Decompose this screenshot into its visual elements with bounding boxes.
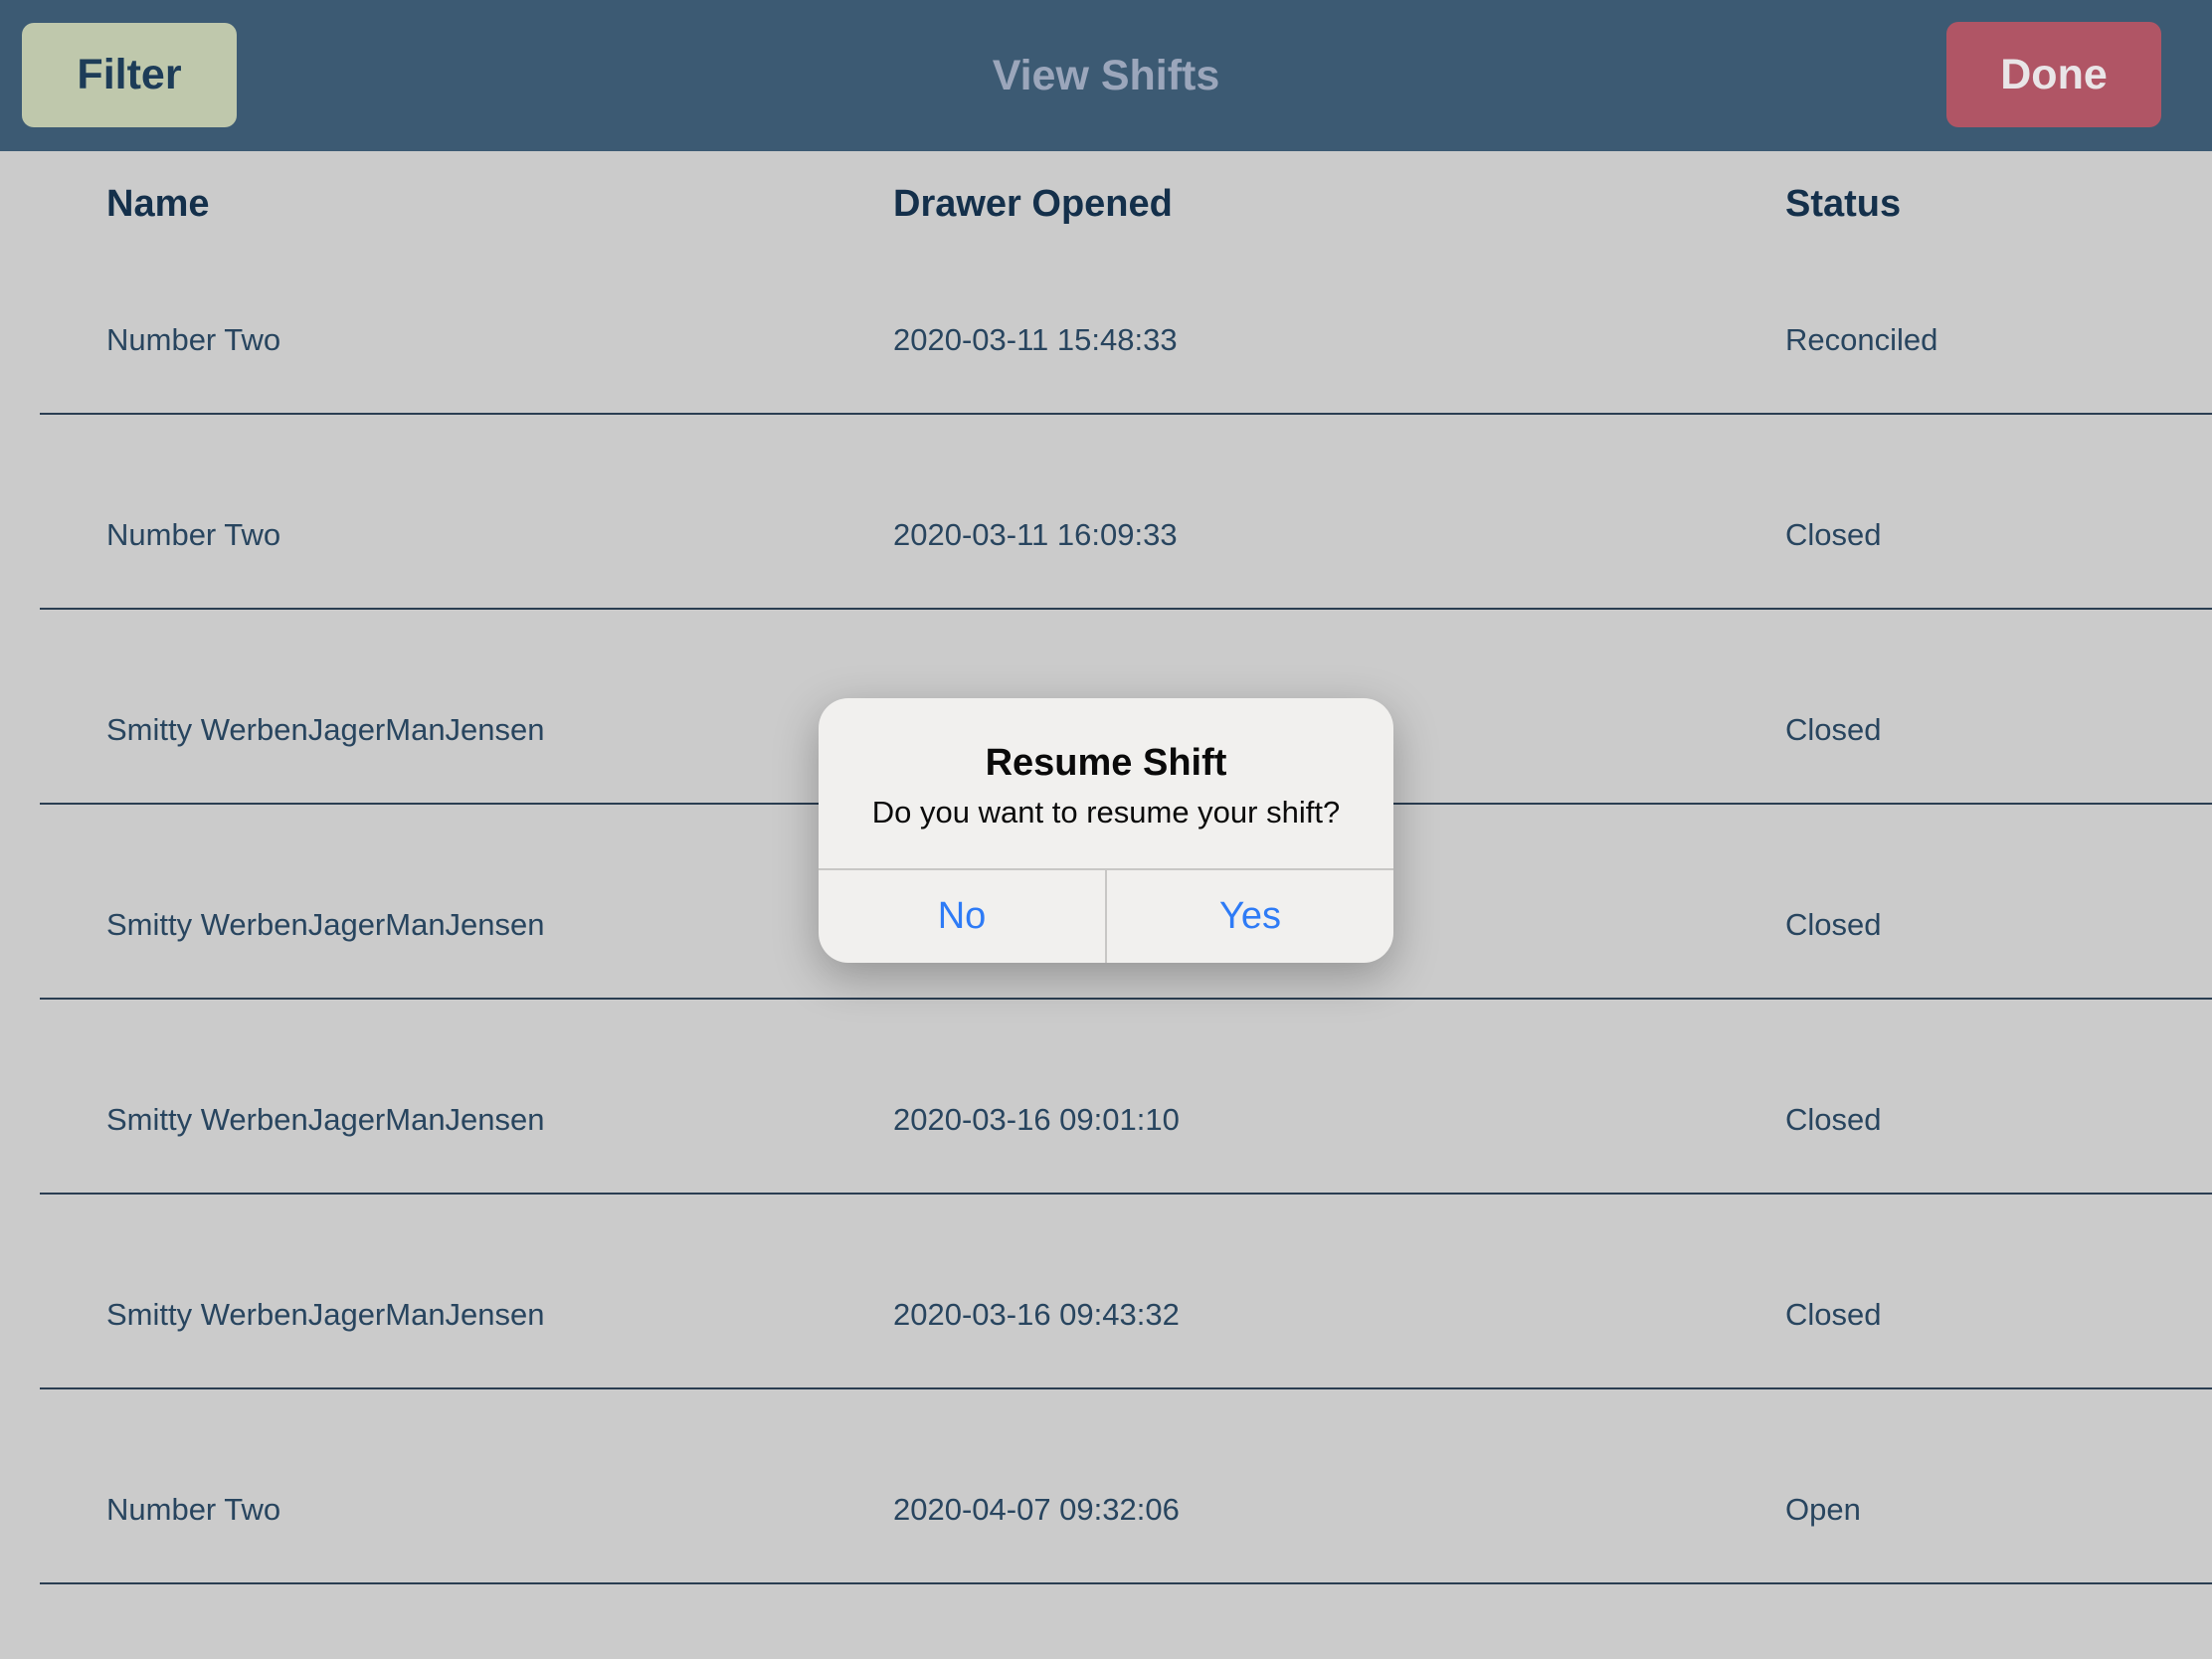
cell-name: Number Two (106, 322, 281, 357)
cell-status: Closed (1785, 712, 1882, 747)
cell-name: Smitty WerbenJagerManJensen (106, 712, 545, 747)
cell-status: Open (1785, 1492, 1861, 1527)
table-row[interactable]: Number Two 2020-03-11 15:48:33 Reconcile… (0, 251, 2212, 415)
cell-drawer-opened: 2020-04-07 09:32:06 (893, 1492, 1180, 1527)
cell-name: Number Two (106, 1492, 281, 1527)
table-row[interactable]: Smitty WerbenJagerManJensen 2020-03-16 0… (0, 1195, 2212, 1389)
table-row[interactable]: Number Two 2020-03-11 16:09:33 Closed (0, 415, 2212, 610)
filter-button[interactable]: Filter (22, 23, 237, 127)
navigation-bar: View Shifts Filter Done (0, 0, 2212, 151)
table-row[interactable]: Smitty WerbenJagerManJensen 2020-03-16 0… (0, 1000, 2212, 1195)
cell-status: Closed (1785, 1102, 1882, 1137)
cell-name: Number Two (106, 517, 281, 552)
column-header-status: Status (1785, 182, 1902, 225)
page-title: View Shifts (992, 52, 1220, 99)
cell-name: Smitty WerbenJagerManJensen (106, 1102, 545, 1137)
yes-button[interactable]: Yes (1107, 870, 1393, 963)
cell-drawer-opened: 2020-03-11 16:09:33 (893, 517, 1178, 552)
no-button[interactable]: No (819, 870, 1107, 963)
done-button[interactable]: Done (1946, 22, 2161, 127)
cell-name: Smitty WerbenJagerManJensen (106, 1297, 545, 1332)
column-header-drawer-opened: Drawer Opened (893, 182, 1173, 225)
cell-drawer-opened: 2020-03-11 15:48:33 (893, 322, 1178, 357)
cell-name: Smitty WerbenJagerManJensen (106, 907, 545, 942)
cell-drawer-opened: 2020-03-16 09:43:32 (893, 1297, 1180, 1332)
table-header-row: Name Drawer Opened Status (0, 151, 2212, 251)
column-header-name: Name (106, 182, 210, 225)
dialog-title: Resume Shift (985, 742, 1227, 784)
dialog-message: Do you want to resume your shift? (871, 795, 1341, 830)
resume-shift-dialog: Resume Shift Do you want to resume your … (819, 698, 1393, 963)
table-row[interactable]: Number Two 2020-04-07 09:32:06 Open (0, 1389, 2212, 1584)
cell-status: Reconciled (1785, 322, 1938, 357)
dialog-button-row: No Yes (819, 868, 1393, 963)
cell-status: Closed (1785, 1297, 1882, 1332)
cell-drawer-opened: 2020-03-16 09:01:10 (893, 1102, 1180, 1137)
cell-status: Closed (1785, 517, 1882, 552)
cell-status: Closed (1785, 907, 1882, 942)
